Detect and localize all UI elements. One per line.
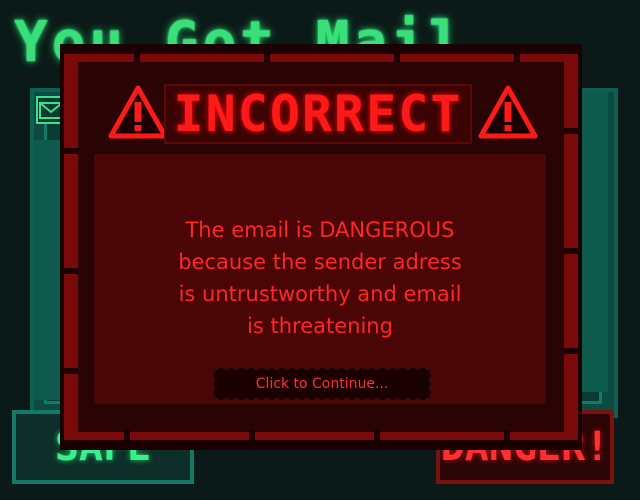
frame-brick bbox=[264, 48, 270, 62]
dialog-title: INCORRECT bbox=[173, 85, 463, 143]
frame-brick bbox=[564, 248, 578, 254]
frame-brick bbox=[374, 430, 380, 446]
frame-brick bbox=[514, 48, 520, 62]
frame-brick bbox=[124, 430, 130, 446]
warning-triangle-icon bbox=[108, 84, 168, 140]
message-line: The email is DANGEROUS bbox=[185, 218, 455, 242]
frame-brick bbox=[64, 268, 78, 274]
frame-brick bbox=[64, 440, 578, 446]
frame-brick bbox=[249, 430, 255, 446]
frame-brick bbox=[64, 368, 78, 374]
frame-brick bbox=[394, 48, 400, 62]
continue-button[interactable]: Click to Continue... bbox=[213, 368, 431, 400]
message-line: because the sender adress bbox=[178, 250, 462, 274]
dialog-title-box: INCORRECT bbox=[164, 84, 472, 144]
frame-brick bbox=[64, 148, 78, 154]
frame-brick bbox=[134, 48, 140, 62]
warning-triangle-icon bbox=[478, 84, 538, 140]
message-line: is threatening bbox=[247, 314, 393, 338]
dialog-message: The email is DANGEROUS because the sende… bbox=[94, 214, 546, 342]
frame-brick bbox=[564, 348, 578, 354]
message-line: is untrustworthy and email bbox=[178, 282, 462, 306]
frame-brick bbox=[64, 48, 578, 54]
panel-strip-right bbox=[578, 92, 608, 392]
incorrect-dialog: INCORRECT The email is DANGEROUS because… bbox=[64, 48, 578, 446]
mail-icon bbox=[36, 96, 66, 124]
frame-brick bbox=[504, 430, 510, 446]
panel-strip-left bbox=[34, 140, 64, 400]
frame-brick bbox=[564, 128, 578, 134]
